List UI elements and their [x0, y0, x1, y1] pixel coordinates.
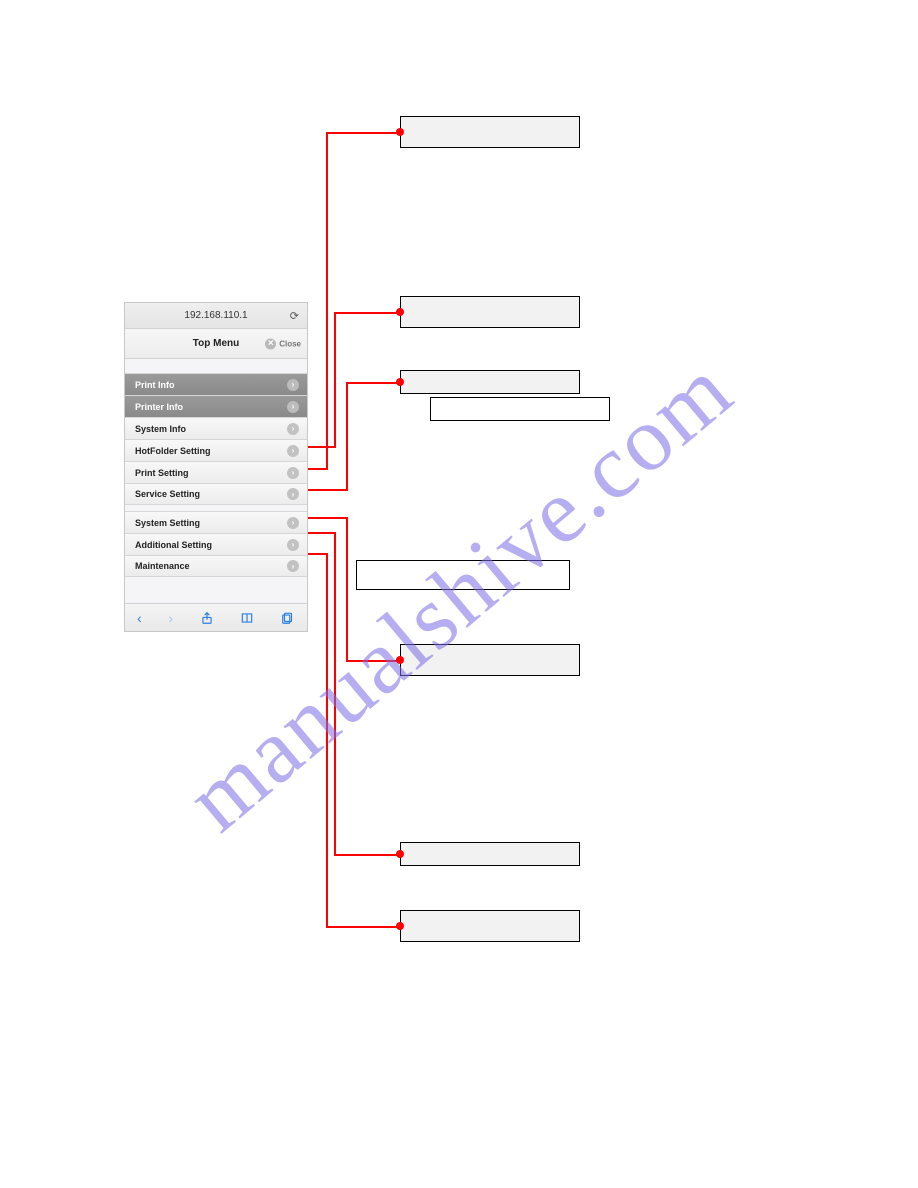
menu-item-service-setting[interactable]: Service Setting › [125, 483, 307, 505]
menu-label: HotFolder Setting [135, 446, 211, 456]
connector-dot [396, 850, 404, 858]
menu-label: Additional Setting [135, 540, 212, 550]
chevron-right-icon: › [287, 539, 299, 551]
connector-dot [396, 656, 404, 664]
menu-item-system-info[interactable]: System Info › [125, 417, 307, 439]
refresh-icon[interactable]: ⟳ [290, 309, 299, 322]
browser-toolbar: ‹ › [125, 603, 307, 631]
chevron-right-icon: › [287, 379, 299, 391]
close-icon: ✕ [265, 338, 276, 349]
connector-dot [396, 922, 404, 930]
menu-item-additional-setting[interactable]: Additional Setting › [125, 533, 307, 555]
connector-dot [396, 128, 404, 136]
menu-label: Printer Info [135, 402, 183, 412]
close-button[interactable]: ✕ Close [265, 338, 301, 349]
connector-dot [396, 308, 404, 316]
chevron-right-icon: › [287, 423, 299, 435]
callout-box [400, 296, 580, 328]
menu-item-maintenance[interactable]: Maintenance › [125, 555, 307, 577]
menu-item-printer-info[interactable]: Printer Info › [125, 395, 307, 417]
menu-list-secondary: System Setting › Additional Setting › Ma… [125, 511, 307, 577]
page-title-bar: Top Menu ✕ Close [125, 329, 307, 359]
menu-item-hotfolder-setting[interactable]: HotFolder Setting › [125, 439, 307, 461]
tabs-icon[interactable] [281, 611, 295, 625]
phone-screenshot: 192.168.110.1 ⟳ Top Menu ✕ Close Print I… [124, 302, 308, 632]
browser-address-bar: 192.168.110.1 ⟳ [125, 303, 307, 329]
bookmarks-icon[interactable] [240, 611, 254, 625]
forward-icon[interactable]: › [168, 610, 173, 626]
menu-item-print-info[interactable]: Print Info › [125, 373, 307, 395]
chevron-right-icon: › [287, 488, 299, 500]
callout-box [356, 560, 570, 590]
callout-box [400, 644, 580, 676]
chevron-right-icon: › [287, 401, 299, 413]
callout-box [400, 116, 580, 148]
callout-box-indent [430, 397, 610, 421]
address-text: 192.168.110.1 [184, 310, 247, 321]
close-label: Close [279, 339, 301, 348]
menu-label: System Info [135, 424, 186, 434]
chevron-right-icon: › [287, 467, 299, 479]
back-icon[interactable]: ‹ [137, 610, 142, 626]
menu-label: Maintenance [135, 561, 190, 571]
page-title: Top Menu [193, 338, 239, 349]
chevron-right-icon: › [287, 445, 299, 457]
menu-item-print-setting[interactable]: Print Setting › [125, 461, 307, 483]
menu-label: Print Setting [135, 468, 189, 478]
menu-item-system-setting[interactable]: System Setting › [125, 511, 307, 533]
menu-label: Print Info [135, 380, 175, 390]
chevron-right-icon: › [287, 517, 299, 529]
callout-box [400, 910, 580, 942]
share-icon[interactable] [200, 611, 214, 625]
menu-label: System Setting [135, 518, 200, 528]
chevron-right-icon: › [287, 560, 299, 572]
menu-list-primary: Print Info › Printer Info › System Info … [125, 373, 307, 505]
connector-dot [396, 378, 404, 386]
menu-label: Service Setting [135, 489, 200, 499]
callout-box [400, 842, 580, 866]
callout-box [400, 370, 580, 394]
